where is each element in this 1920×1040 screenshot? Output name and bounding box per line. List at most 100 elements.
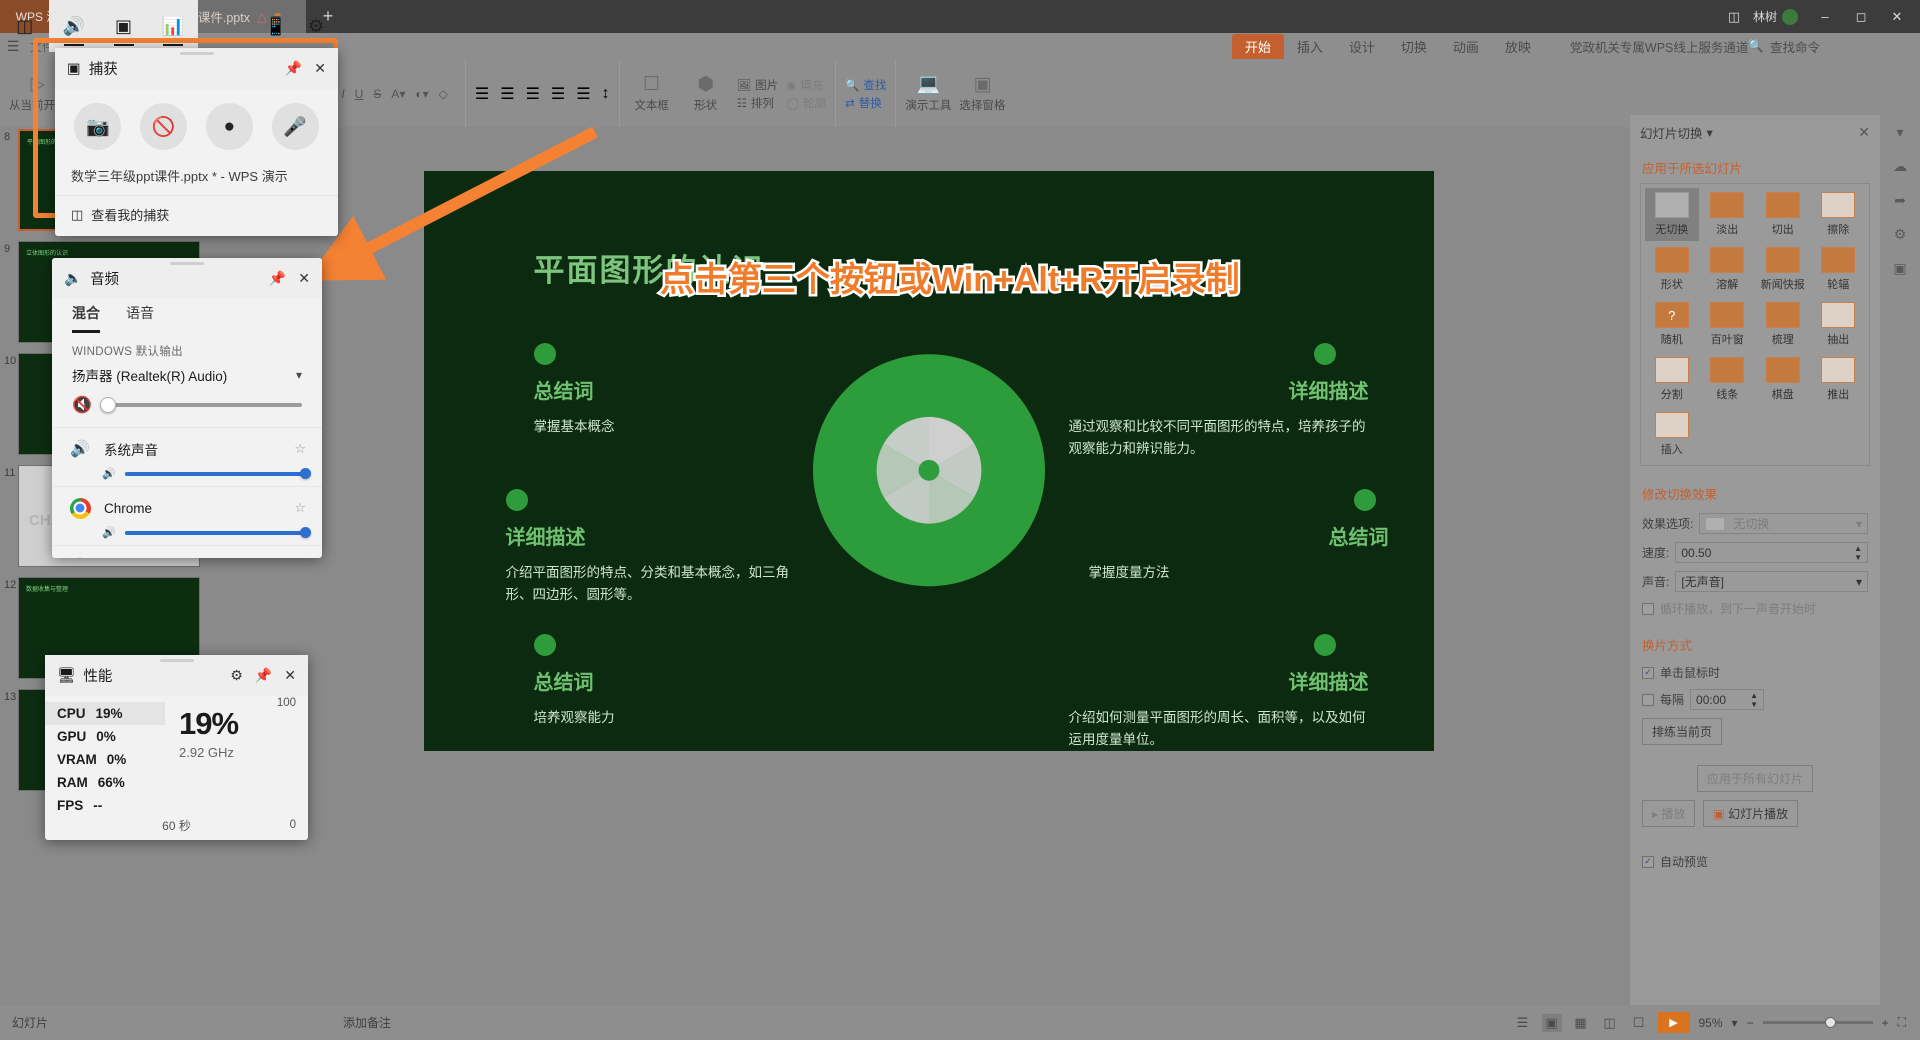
align-right-icon[interactable]: ☰ xyxy=(526,84,540,104)
service-banner[interactable]: 党政机关专属WPS线上服务通道 xyxy=(1570,37,1748,56)
apply-all-button[interactable]: 应用于所有幻灯片 xyxy=(1696,765,1813,792)
autopreview-row[interactable]: ✓ 自动预览 xyxy=(1630,831,1880,874)
slideshow-button[interactable]: ▣ 幻灯片播放 xyxy=(1703,800,1799,827)
screenshot-button[interactable]: 📷 xyxy=(74,103,122,150)
app-volume-slider[interactable] xyxy=(124,468,311,479)
master-volume-slider[interactable] xyxy=(99,397,302,413)
start-recording-button[interactable]: ● xyxy=(205,103,253,150)
transition-item[interactable]: 轮辐 xyxy=(1812,243,1866,296)
audio-widget[interactable]: 🔈 音频 📌 ✕ 混合 语音 WINDOWS 默认输出 扬声器 (Realtek… xyxy=(52,258,322,558)
effect-select[interactable]: 无切换 ▾ xyxy=(1699,513,1868,534)
mute-icon[interactable]: 🔇 xyxy=(72,395,92,415)
sliders-icon[interactable]: ⚙ xyxy=(230,667,243,684)
star-icon[interactable]: ☆ xyxy=(294,500,306,516)
gear-icon[interactable]: ⚙ xyxy=(296,0,336,52)
layers-icon[interactable]: ▣ xyxy=(1880,251,1920,285)
audio-icon[interactable]: 🔊 xyxy=(49,0,99,52)
cloud-icon[interactable]: ☁ xyxy=(1880,149,1920,183)
arrange-button[interactable]: ☷ 排列 xyxy=(737,95,779,111)
notes-view-icon[interactable]: ◫ xyxy=(1600,1014,1620,1032)
transition-gallery[interactable]: 无切换 淡出 切出 擦除 形状 溶解 新闻快报 轮辐 ? 随机 百叶窗 梳理 抽出… xyxy=(1640,183,1870,466)
interval-row[interactable]: 每隔 00:00 ▲ ▼ xyxy=(1630,685,1880,714)
font-color-icon[interactable]: A▾ xyxy=(388,86,408,102)
replace-button[interactable]: ⇄ 替换 xyxy=(845,95,886,111)
zoom-value[interactable]: 95% xyxy=(1699,1016,1723,1030)
transition-item[interactable]: 抽出 xyxy=(1812,298,1866,351)
tab-voice[interactable]: 语音 xyxy=(126,303,154,333)
tab-design[interactable]: 设计 xyxy=(1336,34,1388,59)
performance-stat-list[interactable]: CPU 19% GPU 0% VRAM 0% RAM 66% FPS -- xyxy=(45,696,165,817)
normal-view-icon[interactable]: ☰ xyxy=(1513,1014,1533,1032)
close-icon[interactable]: ✕ xyxy=(298,270,310,287)
minimize-button[interactable]: – xyxy=(1808,0,1842,33)
shape-button[interactable]: ⬢ 形状 xyxy=(683,75,729,113)
output-device-select[interactable]: 扬声器 (Realtek(R) Audio) ▾ xyxy=(52,359,322,385)
spinner-icon[interactable]: ▲ ▼ xyxy=(1854,544,1862,562)
tab-start[interactable]: 开始 xyxy=(1231,34,1284,59)
stat-cpu[interactable]: CPU 19% xyxy=(45,702,165,725)
rehearse-button[interactable]: 排练当前页 xyxy=(1642,718,1723,745)
capture-widget[interactable]: ▣ 捕获 📌 ✕ 📷 🚫 ● 🎤 数学三年级ppt课件.pptx * - WPS… xyxy=(55,48,338,236)
transition-item[interactable]: 梳理 xyxy=(1756,298,1810,351)
close-button[interactable]: ✕ xyxy=(1880,0,1914,33)
speed-input[interactable]: 00.50 ▲ ▼ xyxy=(1675,542,1868,563)
select-pane-button[interactable]: ▣ 选择窗格 xyxy=(959,75,1005,113)
capture-icon[interactable]: ▣ xyxy=(98,0,149,52)
underline-icon[interactable]: U xyxy=(352,86,367,102)
zoom-out-button[interactable]: − xyxy=(1747,1016,1754,1030)
close-icon[interactable]: ✕ xyxy=(1858,124,1870,141)
star-icon[interactable]: ☆ xyxy=(294,441,306,457)
interval-input[interactable]: 00:00 ▲ ▼ xyxy=(1690,689,1765,710)
transition-item[interactable]: 分割 xyxy=(1645,353,1699,406)
master-volume-knob[interactable] xyxy=(99,397,116,413)
transition-item[interactable]: 淡出 xyxy=(1701,188,1755,241)
transition-item[interactable]: ? 随机 xyxy=(1645,298,1699,351)
sidebar-toggle-icon[interactable]: ◫ xyxy=(1717,0,1751,33)
transition-item[interactable]: 棋盘 xyxy=(1756,353,1810,406)
on-click-row[interactable]: ✓ 单击鼠标时 xyxy=(1630,660,1880,685)
align-center-icon[interactable]: ☰ xyxy=(500,84,514,104)
list-item[interactable]: 🔊 系统声音 ☆ 🔊 xyxy=(52,427,322,486)
slide-transition-pane[interactable]: 幻灯片切换 ▾ ✕ 应用于所选幻灯片 无切换 淡出 切出 擦除 形状 溶解 新闻… xyxy=(1630,115,1880,1005)
drag-grip[interactable] xyxy=(170,262,204,265)
drag-grip[interactable] xyxy=(179,52,214,55)
zoom-in-button[interactable]: + xyxy=(1882,1016,1889,1030)
picture-button[interactable]: 🖼 图片 xyxy=(737,77,779,93)
transition-item[interactable]: 线条 xyxy=(1701,353,1755,406)
view-my-captures-link[interactable]: ◫ 查看我的捕获 xyxy=(55,195,338,236)
stat-ram[interactable]: RAM 66% xyxy=(45,771,165,794)
mic-toggle-button[interactable]: 🎤 xyxy=(271,103,319,150)
right-icon-rail[interactable]: ▾ ☁ ➦ ⚙ ▣ xyxy=(1880,115,1920,1005)
app-volume-row[interactable]: 🔊 xyxy=(68,520,311,541)
fullscreen-icon[interactable]: ⛶ xyxy=(1898,1015,1906,1030)
tab-animation[interactable]: 动画 xyxy=(1440,34,1492,59)
interval-checkbox[interactable] xyxy=(1642,693,1654,706)
app-volume-knob[interactable] xyxy=(300,468,311,479)
chevron-down-icon[interactable]: ▾ xyxy=(1732,1016,1738,1030)
audio-tabs[interactable]: 混合 语音 xyxy=(52,299,322,333)
sorter-view-icon[interactable]: ▣ xyxy=(1541,1013,1562,1032)
transition-item[interactable]: 新闻快报 xyxy=(1756,243,1810,296)
share-icon[interactable]: ➦ xyxy=(1880,183,1920,217)
transition-item[interactable]: 形状 xyxy=(1645,243,1699,296)
user-account[interactable]: 林树 xyxy=(1753,8,1798,25)
transition-item[interactable]: 溶解 xyxy=(1701,243,1755,296)
volume-icon[interactable]: 🔊 xyxy=(102,526,116,539)
strike-icon[interactable]: S xyxy=(370,86,384,102)
reading-view-icon[interactable]: ▦ xyxy=(1571,1014,1591,1032)
fit-slide-icon[interactable]: ☐ xyxy=(1629,1014,1649,1032)
gamebar-toolbar[interactable]: ◫ 🔊 ▣ 📊 14:09 📱 ⚙ xyxy=(0,0,336,52)
zoom-knob[interactable] xyxy=(1824,1017,1836,1028)
transition-item[interactable]: 切出 xyxy=(1756,188,1810,241)
chevron-down-icon[interactable]: ▾ xyxy=(296,368,302,382)
find-button[interactable]: 🔍 查找 xyxy=(845,77,886,93)
tab-insert[interactable]: 插入 xyxy=(1284,34,1336,59)
list-item[interactable]: Chrome ☆ 🔊 xyxy=(52,486,322,545)
stat-gpu[interactable]: GPU 0% xyxy=(45,725,165,748)
chevron-down-icon[interactable]: ▾ xyxy=(1707,125,1713,140)
transition-item[interactable]: 插入 xyxy=(1645,408,1699,461)
outline-button[interactable]: ◯ 轮廓 xyxy=(786,95,826,111)
pin-icon[interactable]: 📌 xyxy=(255,667,272,684)
stat-vram[interactable]: VRAM 0% xyxy=(45,748,165,771)
app-volume-slider[interactable] xyxy=(124,527,311,538)
